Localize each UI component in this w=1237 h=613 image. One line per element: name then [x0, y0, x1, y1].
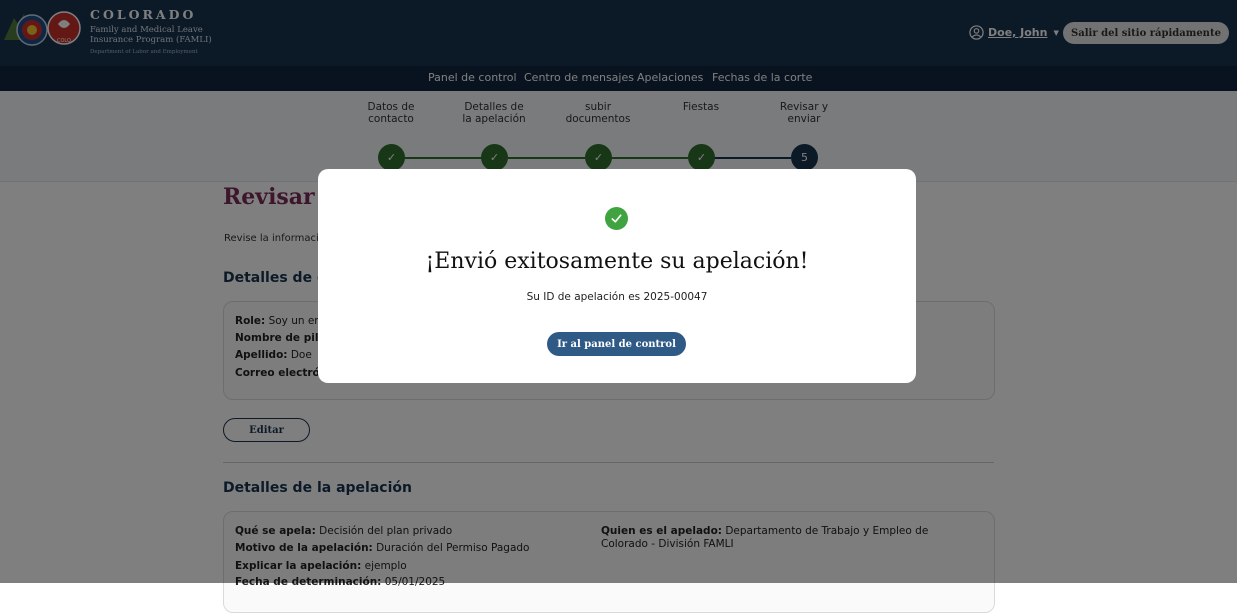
- modal-subtitle: Su ID de apelación es 2025-00047: [318, 291, 916, 303]
- appeal-id: 2025-00047: [643, 291, 708, 303]
- success-check-icon: [605, 207, 628, 230]
- go-to-dashboard-button[interactable]: Ir al panel de control: [547, 332, 686, 356]
- checkmark-icon: [611, 214, 622, 223]
- modal-title: ¡Envió exitosamente su apelación!: [425, 249, 809, 274]
- appeal-id-prefix: Su ID de apelación es: [526, 291, 644, 303]
- success-modal: ¡Envió exitosamente su apelación! Su ID …: [318, 169, 916, 383]
